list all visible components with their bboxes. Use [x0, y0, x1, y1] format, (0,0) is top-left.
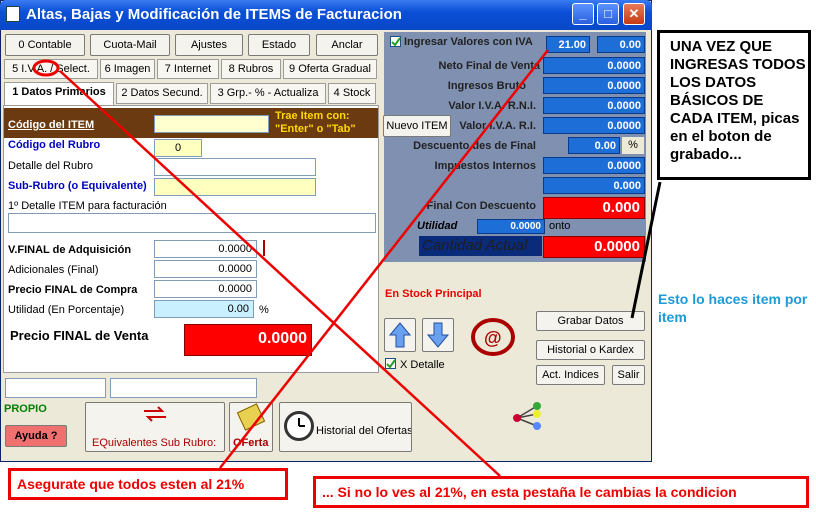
highlight-circle — [32, 59, 60, 77]
arrow-to-grabar — [630, 181, 662, 319]
arrow-to-tab — [59, 70, 501, 477]
annotation-arrows — [32, 49, 662, 477]
arrow-to-iva — [219, 49, 549, 469]
